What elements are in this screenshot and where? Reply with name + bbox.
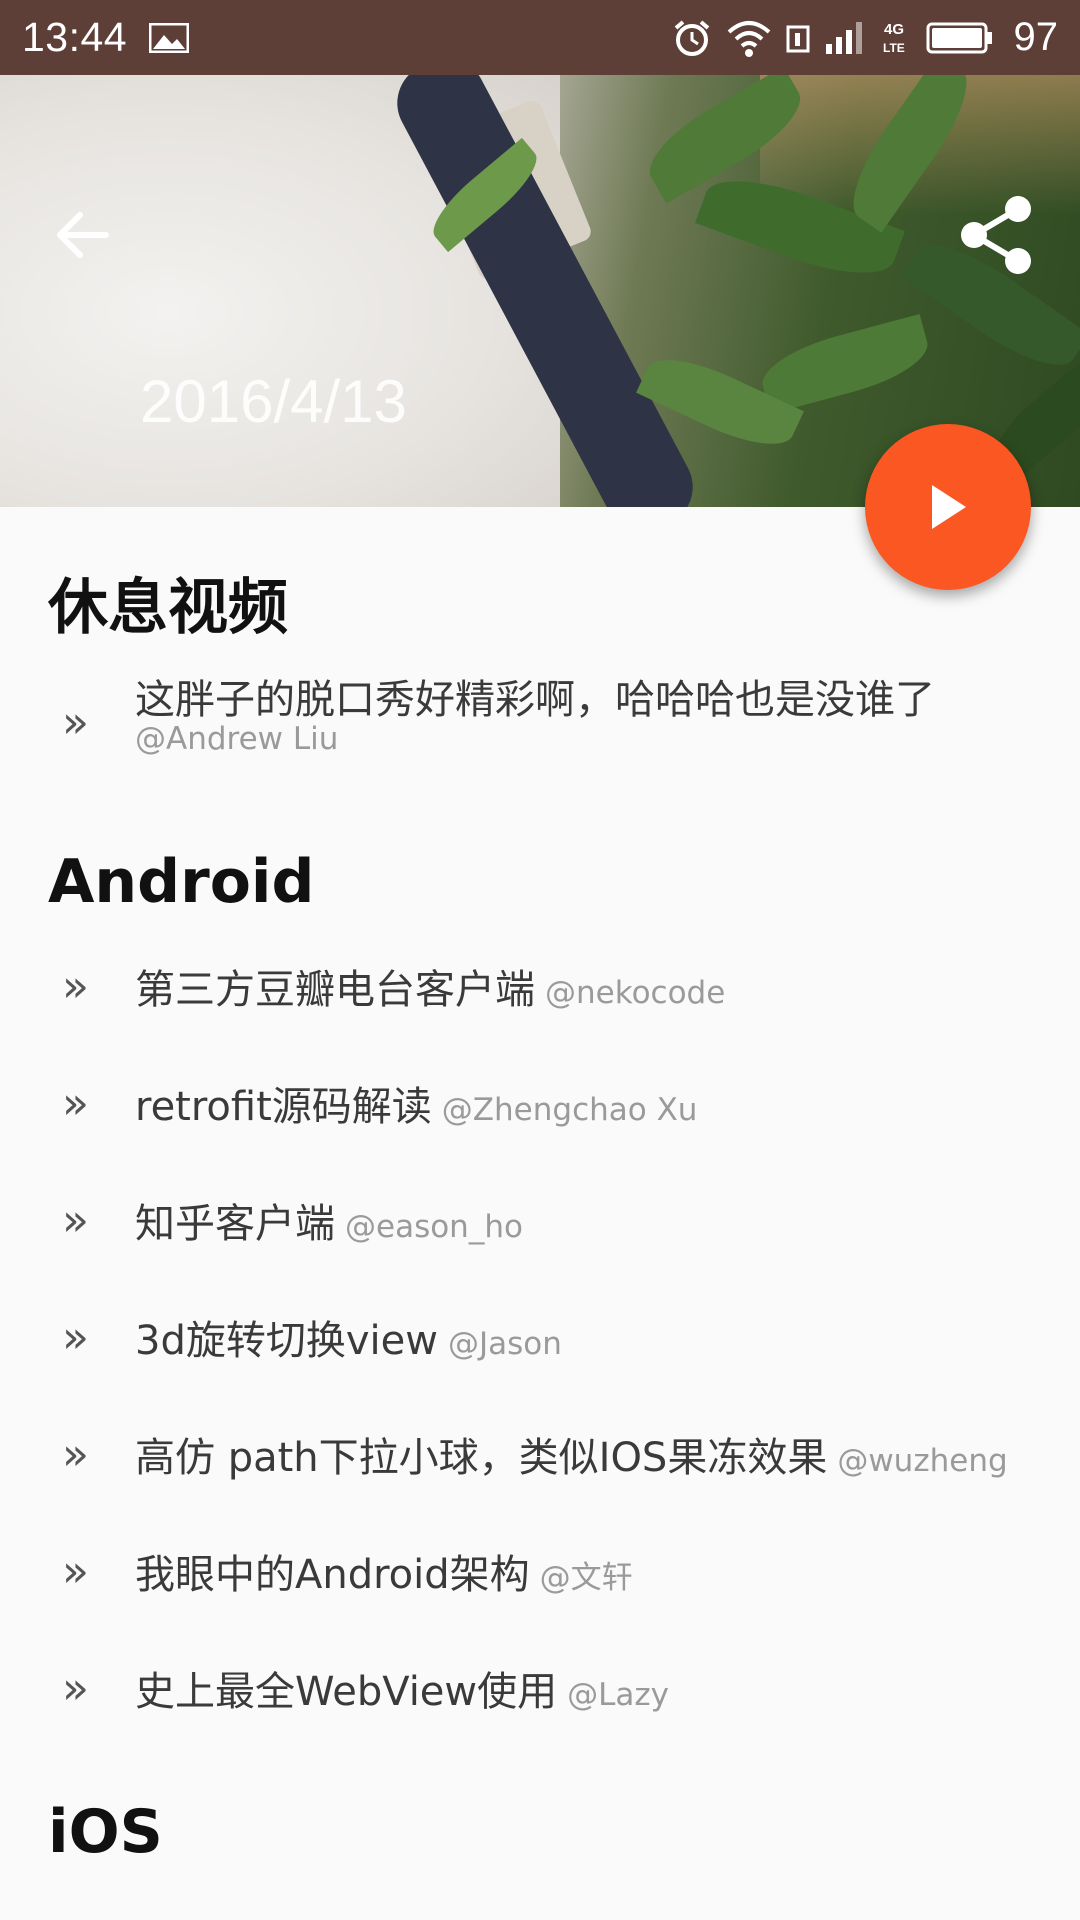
- play-button[interactable]: [865, 424, 1031, 590]
- item-author: @wuzheng: [837, 1443, 1008, 1479]
- bullet-icon: »: [62, 1546, 89, 1597]
- item-title: 这胖子的脱口秀好精彩啊，哈哈哈也是没谁了: [135, 677, 935, 723]
- item-title: 史上最全WebView使用 @Lazy: [135, 1669, 670, 1715]
- share-icon[interactable]: [958, 193, 1034, 277]
- bullet-icon: »: [62, 1195, 89, 1246]
- item-title: 高仿 path下拉小球，类似IOS果冻效果 @wuzheng: [135, 1435, 1008, 1481]
- bullet-icon: »: [62, 1429, 89, 1480]
- section-title-videos: 休息视频: [48, 573, 288, 643]
- play-icon: [932, 485, 966, 529]
- bullet-icon: »: [62, 961, 89, 1012]
- arrow-back-icon[interactable]: [50, 203, 114, 267]
- signal-icon: [825, 21, 862, 54]
- bullet-icon: »: [62, 1078, 89, 1129]
- section-title-ios: iOS: [48, 1797, 163, 1867]
- item-author: @Andrew Liu: [135, 721, 339, 757]
- item-author: @Zhengchao Xu: [441, 1092, 698, 1128]
- image-icon: [149, 22, 190, 53]
- battery-level: 97: [1013, 15, 1059, 59]
- bullet-icon: »: [62, 697, 89, 748]
- alarm-icon: [674, 19, 709, 56]
- status-time: 13:44: [22, 14, 128, 60]
- item-title: 3d旋转切换view @Jason: [135, 1318, 562, 1364]
- svg-text:LTE: LTE: [883, 41, 905, 55]
- battery-icon: [926, 22, 992, 53]
- bullet-icon: »: [62, 1312, 89, 1363]
- item-author: @文轩: [539, 1560, 633, 1596]
- sim-icon: [786, 25, 809, 52]
- leaf: [755, 313, 935, 415]
- item-author: @eason_ho: [345, 1209, 523, 1245]
- item-title: retrofit源码解读 @Zhengchao Xu: [135, 1084, 698, 1130]
- item-author: @Jason: [447, 1326, 562, 1362]
- item-author: @Lazy: [567, 1677, 670, 1713]
- svg-text:4G: 4G: [884, 21, 904, 38]
- wifi-icon: [727, 20, 770, 57]
- status-icons: 4G LTE 97: [672, 15, 1059, 60]
- status-bar: 13:44 4G LTE 97: [0, 0, 1080, 75]
- item-title: 知乎客户端 @eason_ho: [135, 1201, 523, 1247]
- 4g-lte-icon: 4G LTE: [883, 21, 905, 55]
- item-title: 我眼中的Android架构 @文轩: [135, 1552, 633, 1598]
- section-title-android: Android: [48, 847, 315, 917]
- header-date: 2016/4/13: [140, 368, 407, 435]
- item-author: @nekocode: [545, 975, 726, 1011]
- bullet-icon: »: [62, 1663, 89, 1714]
- item-title: 第三方豆瓣电台客户端 @nekocode: [135, 967, 726, 1013]
